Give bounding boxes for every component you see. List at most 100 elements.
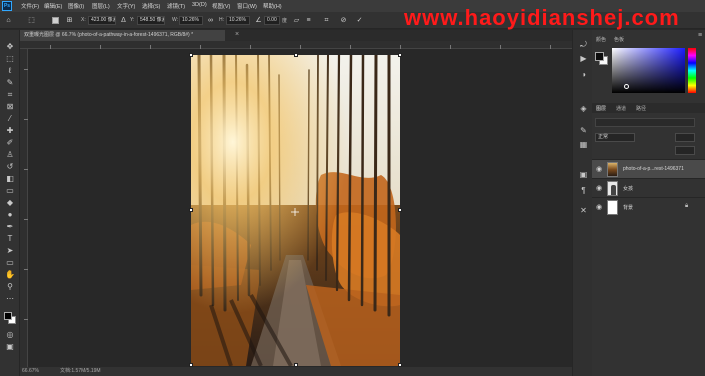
menu-select[interactable]: 选择(S) [142, 2, 160, 10]
menu-image[interactable]: 图像(I) [68, 2, 84, 10]
properties-icon[interactable]: ▣ [578, 170, 589, 180]
transform-handle-left[interactable] [189, 208, 193, 212]
link-icon[interactable]: ∞ [206, 16, 215, 25]
blur-tool-icon[interactable]: ◆ [4, 198, 16, 208]
frame-tool-icon[interactable]: ⊠ [4, 102, 16, 112]
watermark: www.haoyidianshej.com [404, 5, 680, 30]
tab-layers[interactable]: 图层 [596, 105, 606, 112]
check-icon[interactable]: ✓ [355, 16, 364, 25]
crop-tool-icon[interactable]: ⌗ [4, 90, 16, 100]
transform-handle-right[interactable] [398, 208, 402, 212]
tab-channels[interactable]: 通道 [616, 105, 626, 112]
path-select-icon[interactable]: ➤ [4, 246, 16, 256]
warp-mode-icon[interactable]: ⌗ [322, 16, 331, 25]
eye-icon[interactable]: ◉ [596, 184, 602, 192]
blend-mode-select[interactable]: 正常 [595, 133, 635, 142]
rotation-angle-input[interactable]: 0.00 [264, 16, 280, 25]
layer-row-girl[interactable]: ◉ 女孩 [592, 178, 705, 197]
home-icon[interactable]: ⌂ [4, 16, 13, 25]
history-icon[interactable]: ⤾ [578, 40, 589, 50]
fill-input[interactable] [675, 146, 695, 155]
menu-file[interactable]: 文件(F) [21, 2, 39, 10]
brush-tool-icon[interactable]: ✐ [4, 138, 16, 148]
vertical-ruler [20, 49, 28, 367]
menu-layer[interactable]: 图层(L) [92, 2, 110, 10]
play-icon[interactable]: ▶ [578, 54, 589, 64]
marquee-tool-icon[interactable]: ⬚ [4, 54, 16, 64]
clone-stamp-icon[interactable]: ♙ [4, 150, 16, 160]
menu-help[interactable]: 帮助(H) [263, 2, 282, 10]
adjustments-icon[interactable]: ◑ [578, 70, 589, 80]
quick-mask-icon[interactable]: ◎ [4, 330, 16, 340]
lasso-tool-icon[interactable]: ℓ [4, 66, 16, 76]
angle-icon: ∠ [255, 17, 262, 24]
screen-mode-icon[interactable]: ▣ [4, 342, 16, 352]
transform-handle-top-right[interactable] [398, 53, 402, 57]
zoom-level[interactable]: 66.67% [22, 367, 39, 376]
picker-cursor [624, 84, 629, 89]
skew-icon[interactable]: ▱ [292, 16, 301, 25]
quick-select-icon[interactable]: ✎ [4, 78, 16, 88]
layer-row-photo[interactable]: ◉ photo-of-a-p...rest-1496371 [592, 159, 705, 178]
opacity-input[interactable] [675, 133, 695, 142]
move-tool-icon[interactable]: ✥ [4, 42, 16, 52]
y-label: Y: [130, 17, 135, 23]
eye-icon[interactable]: ◉ [596, 165, 602, 173]
hue-slider[interactable] [688, 48, 696, 93]
layer-name[interactable]: 背景 [623, 204, 633, 211]
eye-icon[interactable]: ◉ [596, 203, 602, 211]
gradient-tool-icon[interactable]: ▭ [4, 186, 16, 196]
zoom-tool-icon[interactable]: ⚲ [4, 282, 16, 292]
document-tab[interactable]: 双重曝光图层 @ 66.7% (photo-of-a-pathway-in-a-… [20, 30, 225, 41]
delta-icon[interactable]: Δ [119, 16, 128, 25]
more-tools-icon[interactable]: ⋯ [4, 294, 16, 304]
width-scale-input[interactable]: 10.26% [179, 16, 203, 25]
brush-settings-icon[interactable]: ✎ [578, 126, 589, 136]
menu-window[interactable]: 窗口(W) [237, 2, 257, 10]
menu-3d[interactable]: 3D(D) [192, 2, 207, 8]
eyedropper-tool-icon[interactable]: ⁄ [4, 114, 16, 124]
shape-tool-icon[interactable]: ▭ [4, 258, 16, 268]
reference-point-grid-icon[interactable]: ⊞ [65, 16, 74, 25]
forest-pathway-photo[interactable] [191, 55, 400, 366]
layer-thumbnail [607, 200, 618, 215]
tab-swatches[interactable]: 色板 [614, 36, 624, 43]
forest-photo-illustration [191, 55, 400, 366]
angle-unit: 度 [282, 18, 288, 24]
panel-foreground-swatch[interactable] [595, 52, 604, 61]
dodge-tool-icon[interactable]: ● [4, 210, 16, 220]
transform-handle-top-left[interactable] [189, 53, 193, 57]
color-picker-field[interactable] [612, 48, 685, 93]
eraser-tool-icon[interactable]: ◧ [4, 174, 16, 184]
healing-brush-icon[interactable]: ✚ [4, 126, 16, 136]
tab-paths[interactable]: 路径 [636, 105, 646, 112]
hand-tool-icon[interactable]: ✋ [4, 270, 16, 280]
menu-view[interactable]: 视图(V) [212, 2, 230, 10]
layers-icon[interactable]: ◈ [578, 104, 589, 114]
layer-filter-bar[interactable] [595, 118, 695, 127]
layer-row-background[interactable]: ◉ 背景 🔒︎ [592, 197, 705, 216]
foreground-color-swatch[interactable] [4, 312, 12, 320]
layer-name[interactable]: 女孩 [623, 185, 633, 192]
y-position-input[interactable]: 548.50 像素 [137, 16, 165, 25]
history-brush-icon[interactable]: ↺ [4, 162, 16, 172]
transform-handle-top[interactable] [294, 53, 298, 57]
tool-presets-icon[interactable]: ✕ [578, 206, 589, 216]
menu-type[interactable]: 文字(Y) [117, 2, 135, 10]
x-position-input[interactable]: 423.00 像素 [88, 16, 116, 25]
pen-tool-icon[interactable]: ✒ [4, 222, 16, 232]
type-tool-icon[interactable]: T [4, 234, 16, 244]
paragraph-icon[interactable]: ¶ [578, 186, 589, 196]
swatches-icon[interactable]: ▦ [578, 140, 589, 150]
transform-tool-icon[interactable]: ⬚ [27, 16, 36, 25]
menu-edit[interactable]: 编辑(E) [44, 2, 62, 10]
close-icon[interactable]: × [235, 31, 239, 38]
layer-name[interactable]: photo-of-a-p...rest-1496371 [623, 166, 684, 172]
no-symbol-icon[interactable]: ⊘ [339, 16, 348, 25]
height-scale-input[interactable]: 10.26% [226, 16, 250, 25]
tab-color[interactable]: 颜色 [596, 36, 606, 43]
interpolation-icon[interactable]: ≡ [304, 16, 313, 25]
reference-point-checkbox[interactable] [52, 17, 59, 24]
panel-menu-icon[interactable]: ≡ [698, 32, 702, 39]
menu-filter[interactable]: 滤镜(T) [167, 2, 185, 10]
